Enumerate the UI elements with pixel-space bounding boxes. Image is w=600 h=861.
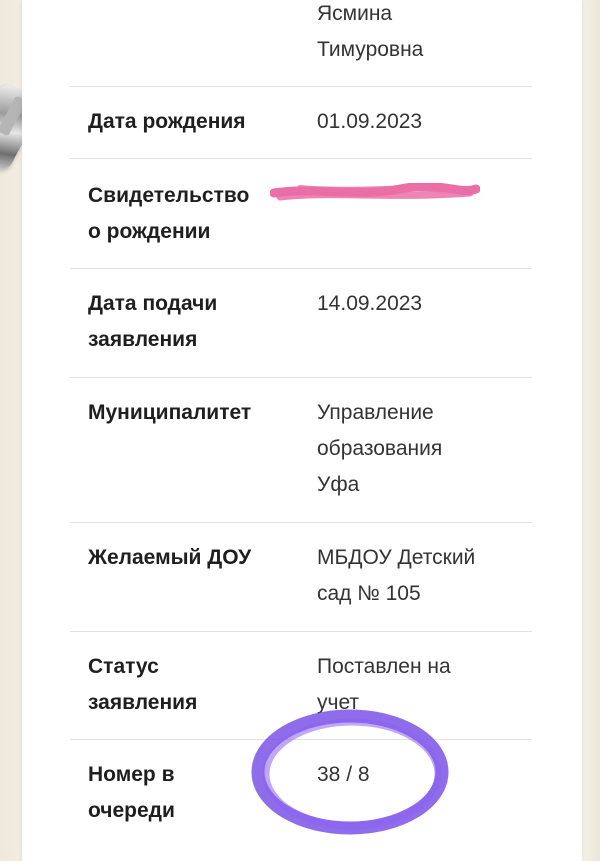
- birth-date-value: 01.09.2023: [317, 110, 423, 133]
- redaction-scribble: [270, 183, 480, 201]
- row-child-name: Ясмина Тимуровна: [70, 0, 532, 87]
- application-details-card: Ясмина Тимуровна Дата рождения 01.09.202…: [22, 0, 582, 861]
- row-desired-kindergarten: Желаемый ДОУ МБДОУ Детский сад № 105: [70, 522, 532, 632]
- row-application-date: Дата подачи заявления 14.09.2023: [70, 268, 532, 378]
- row-birth-certificate: Свидетельство о рождении: [70, 158, 532, 269]
- birth-date-label: Дата рождения: [88, 110, 246, 133]
- application-date-label: Дата подачи заявления: [88, 292, 218, 351]
- municipality-value: Управление образования Уфа: [317, 401, 443, 496]
- row-birth-date: Дата рождения 01.09.2023: [70, 86, 532, 159]
- birth-certificate-label: Свидетельство о рождении: [88, 184, 250, 243]
- child-name-value: Ясмина Тимуровна: [317, 2, 424, 61]
- queue-number-label: Номер в очереди: [88, 763, 175, 822]
- row-application-status: Статус заявления Поставлен на учет: [70, 631, 532, 740]
- application-date-value: 14.09.2023: [317, 292, 423, 315]
- desk-background-right: [580, 0, 600, 861]
- row-queue-number: Номер в очереди 38 / 8: [70, 739, 532, 861]
- application-status-value: Поставлен на учет: [317, 655, 451, 714]
- desired-kindergarten-value: МБДОУ Детский сад № 105: [317, 546, 476, 605]
- municipality-label: Муниципалитет: [88, 401, 252, 424]
- desired-kindergarten-label: Желаемый ДОУ: [88, 546, 252, 569]
- queue-number-value: 38 / 8: [317, 763, 370, 786]
- application-status-label: Статус заявления: [88, 655, 198, 714]
- row-municipality: Муниципалитет Управление образования Уфа: [70, 377, 532, 523]
